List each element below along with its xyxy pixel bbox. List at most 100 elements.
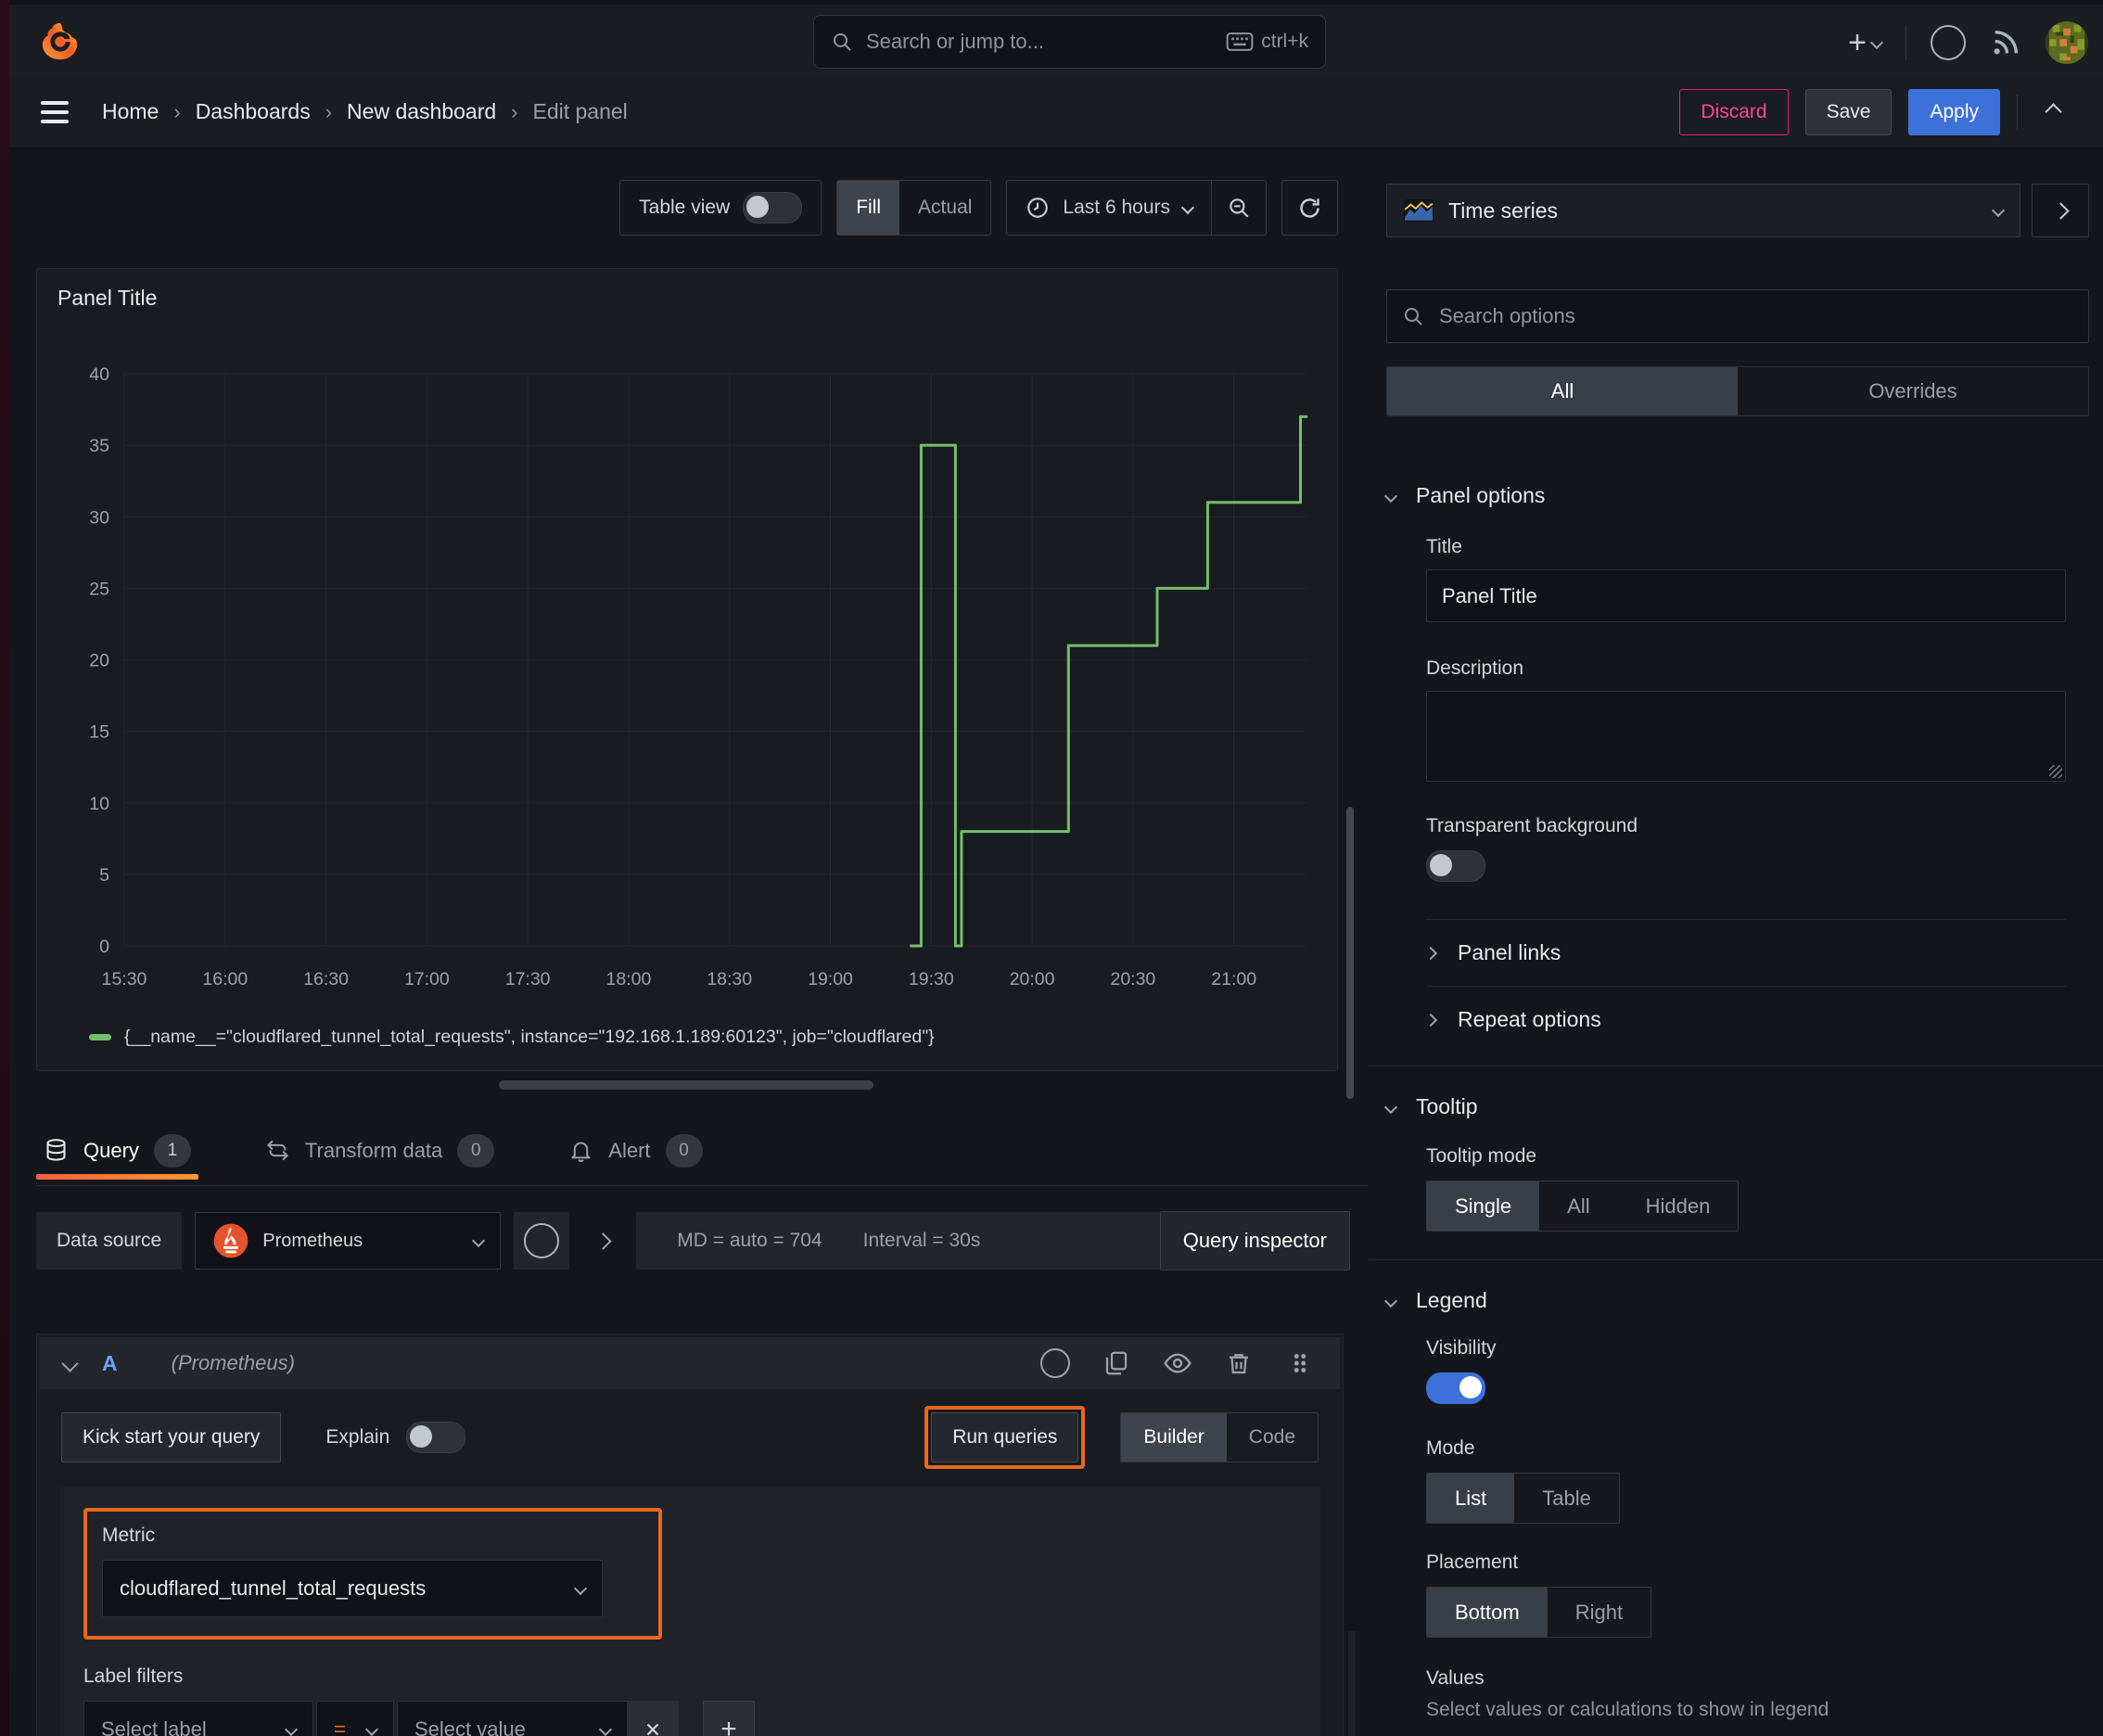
breadcrumb-separator: › bbox=[325, 99, 333, 123]
remove-filter-button[interactable] bbox=[627, 1701, 679, 1736]
code-option[interactable]: Code bbox=[1227, 1413, 1318, 1462]
metric-select[interactable]: cloudflared_tunnel_total_requests bbox=[102, 1560, 603, 1617]
time-range-picker[interactable]: Last 6 hours bbox=[1007, 181, 1211, 235]
query-help-button[interactable] bbox=[1039, 1347, 1071, 1379]
placement-label: Placement bbox=[1426, 1551, 1519, 1573]
breadcrumb-home[interactable]: Home bbox=[102, 99, 159, 124]
user-profile-button[interactable] bbox=[2046, 21, 2088, 64]
tab-alert[interactable]: Alert 0 bbox=[561, 1116, 709, 1185]
breadcrumb-new-dashboard[interactable]: New dashboard bbox=[347, 99, 496, 124]
tooltip-all-option[interactable]: All bbox=[1539, 1181, 1617, 1231]
mode-list-option[interactable]: List bbox=[1427, 1474, 1515, 1523]
discard-button[interactable]: Discard bbox=[1679, 88, 1789, 135]
clock-icon bbox=[1027, 198, 1049, 218]
tab-overrides[interactable]: Overrides bbox=[1738, 367, 2088, 415]
expand-row-button[interactable] bbox=[582, 1212, 623, 1270]
panel-options-body: Title Description Transparent background… bbox=[1423, 536, 2066, 1053]
toggle-query-visibility-button[interactable] bbox=[1162, 1347, 1193, 1379]
tooltip-hidden-option[interactable]: Hidden bbox=[1618, 1181, 1739, 1231]
main-scrollbar-thumb[interactable] bbox=[1346, 807, 1354, 1099]
global-search[interactable]: ctrl+k bbox=[813, 15, 1326, 69]
description-textarea[interactable] bbox=[1426, 691, 2066, 782]
legend-visibility-toggle[interactable] bbox=[1426, 1372, 1485, 1404]
tooltip-header[interactable]: Tooltip bbox=[1383, 1089, 2089, 1125]
refresh-button[interactable] bbox=[1282, 181, 1337, 235]
grafana-logo[interactable] bbox=[39, 21, 82, 64]
help-icon bbox=[1040, 1348, 1070, 1378]
new-menu-button[interactable]: + bbox=[1848, 25, 1884, 61]
tab-transform-data[interactable]: Transform data 0 bbox=[258, 1116, 502, 1185]
repeat-options-section[interactable]: Repeat options bbox=[1423, 987, 2066, 1053]
legend-header[interactable]: Legend bbox=[1383, 1283, 2089, 1319]
query-row-header[interactable]: A (Prometheus) bbox=[40, 1337, 1340, 1389]
query-inspector-button[interactable]: Query inspector bbox=[1159, 1211, 1350, 1270]
horizontal-scrollbar[interactable] bbox=[499, 1080, 873, 1090]
collapse-options-button[interactable] bbox=[2032, 184, 2089, 237]
query-row-actions bbox=[1039, 1347, 1316, 1379]
search-icon bbox=[1405, 308, 1422, 326]
save-button[interactable]: Save bbox=[1804, 88, 1893, 135]
transparent-background-toggle[interactable] bbox=[1426, 850, 1485, 882]
panel-title-input[interactable] bbox=[1426, 569, 2066, 622]
datasource-picker[interactable]: Prometheus bbox=[195, 1212, 502, 1270]
tab-query-label: Query bbox=[83, 1138, 139, 1162]
placement-bottom-option[interactable]: Bottom bbox=[1427, 1588, 1548, 1637]
breadcrumb-bar: Home › Dashboards › New dashboard › Edit pa… bbox=[9, 76, 2103, 148]
drag-handle-icon bbox=[1294, 1354, 1306, 1372]
resize-grip[interactable] bbox=[2049, 765, 2062, 778]
metric-value: cloudflared_tunnel_total_requests bbox=[120, 1576, 427, 1600]
panel-links-section[interactable]: Panel links bbox=[1423, 920, 2066, 986]
svg-text:40: 40 bbox=[89, 364, 109, 385]
datasource-name: Prometheus bbox=[262, 1230, 363, 1251]
collapse-pane-button[interactable] bbox=[2034, 94, 2071, 131]
search-input[interactable] bbox=[864, 29, 1216, 55]
kick-start-button[interactable]: Kick start your query bbox=[61, 1412, 282, 1462]
options-search-input[interactable] bbox=[1437, 303, 2073, 329]
time-series-chart[interactable]: 15:30 16:00 16:30 17:00 17:30 18:00 18:30 19:00… bbox=[37, 269, 1337, 1002]
apply-button[interactable]: Apply bbox=[1908, 88, 2000, 135]
news-button[interactable] bbox=[1990, 27, 2021, 58]
tab-transform-label: Transform data bbox=[304, 1138, 443, 1162]
explain-toggle[interactable] bbox=[406, 1422, 466, 1453]
mode-table-option[interactable]: Table bbox=[1514, 1474, 1619, 1523]
datasource-help-button[interactable] bbox=[514, 1212, 570, 1270]
query-scrollbar-track[interactable] bbox=[1348, 1631, 1356, 1736]
topbar-actions: + bbox=[1848, 5, 2088, 81]
fill-option[interactable]: Fill bbox=[837, 181, 900, 235]
svg-text:18:30: 18:30 bbox=[707, 969, 752, 989]
options-filter-tabs: All Overrides bbox=[1386, 366, 2089, 416]
run-queries-highlight: Run queries bbox=[924, 1406, 1086, 1469]
add-filter-button[interactable]: + bbox=[703, 1701, 755, 1736]
legend-series-swatch[interactable] bbox=[89, 1034, 111, 1040]
svg-text:15:30: 15:30 bbox=[102, 969, 147, 989]
tab-all[interactable]: All bbox=[1387, 367, 1738, 415]
tooltip-single-option[interactable]: Single bbox=[1427, 1181, 1540, 1231]
builder-option[interactable]: Builder bbox=[1121, 1413, 1227, 1462]
drag-query-handle[interactable] bbox=[1284, 1347, 1316, 1379]
svg-text:10: 10 bbox=[89, 794, 109, 814]
panel-options-header[interactable]: Panel options bbox=[1383, 478, 2089, 514]
operator-dropdown[interactable]: = bbox=[316, 1701, 394, 1736]
placement-right-option[interactable]: Right bbox=[1548, 1588, 1651, 1637]
actual-option[interactable]: Actual bbox=[899, 181, 990, 235]
panel-view-toolbar: Table view Fill Actual Last 6 hours bbox=[619, 180, 1338, 236]
chevron-right-icon bbox=[1423, 1013, 1438, 1027]
select-label-dropdown[interactable]: Select label bbox=[83, 1701, 313, 1736]
menu-toggle-button[interactable] bbox=[41, 100, 69, 123]
duplicate-query-button[interactable] bbox=[1101, 1347, 1132, 1379]
help-button[interactable] bbox=[1931, 25, 1966, 60]
options-search[interactable] bbox=[1386, 289, 2089, 343]
avatar bbox=[2046, 21, 2088, 64]
chevron-down-icon bbox=[1180, 200, 1195, 215]
select-value-dropdown[interactable]: Select value bbox=[397, 1701, 627, 1736]
breadcrumb-dashboards[interactable]: Dashboards bbox=[196, 99, 311, 124]
visualization-picker[interactable]: Time series bbox=[1386, 184, 2020, 237]
editor-tabs: Query 1 Transform data 0 Alert 0 bbox=[36, 1116, 1369, 1186]
legend-series-name[interactable]: {__name__="cloudflared_tunnel_total_requ… bbox=[124, 1027, 935, 1048]
tab-query[interactable]: Query 1 bbox=[36, 1116, 198, 1185]
zoom-out-button[interactable] bbox=[1212, 181, 1266, 235]
delete-query-button[interactable] bbox=[1223, 1347, 1255, 1379]
table-view-toggle[interactable] bbox=[743, 192, 803, 223]
run-queries-button[interactable]: Run queries bbox=[931, 1412, 1079, 1462]
chevron-down-icon bbox=[1869, 35, 1884, 50]
